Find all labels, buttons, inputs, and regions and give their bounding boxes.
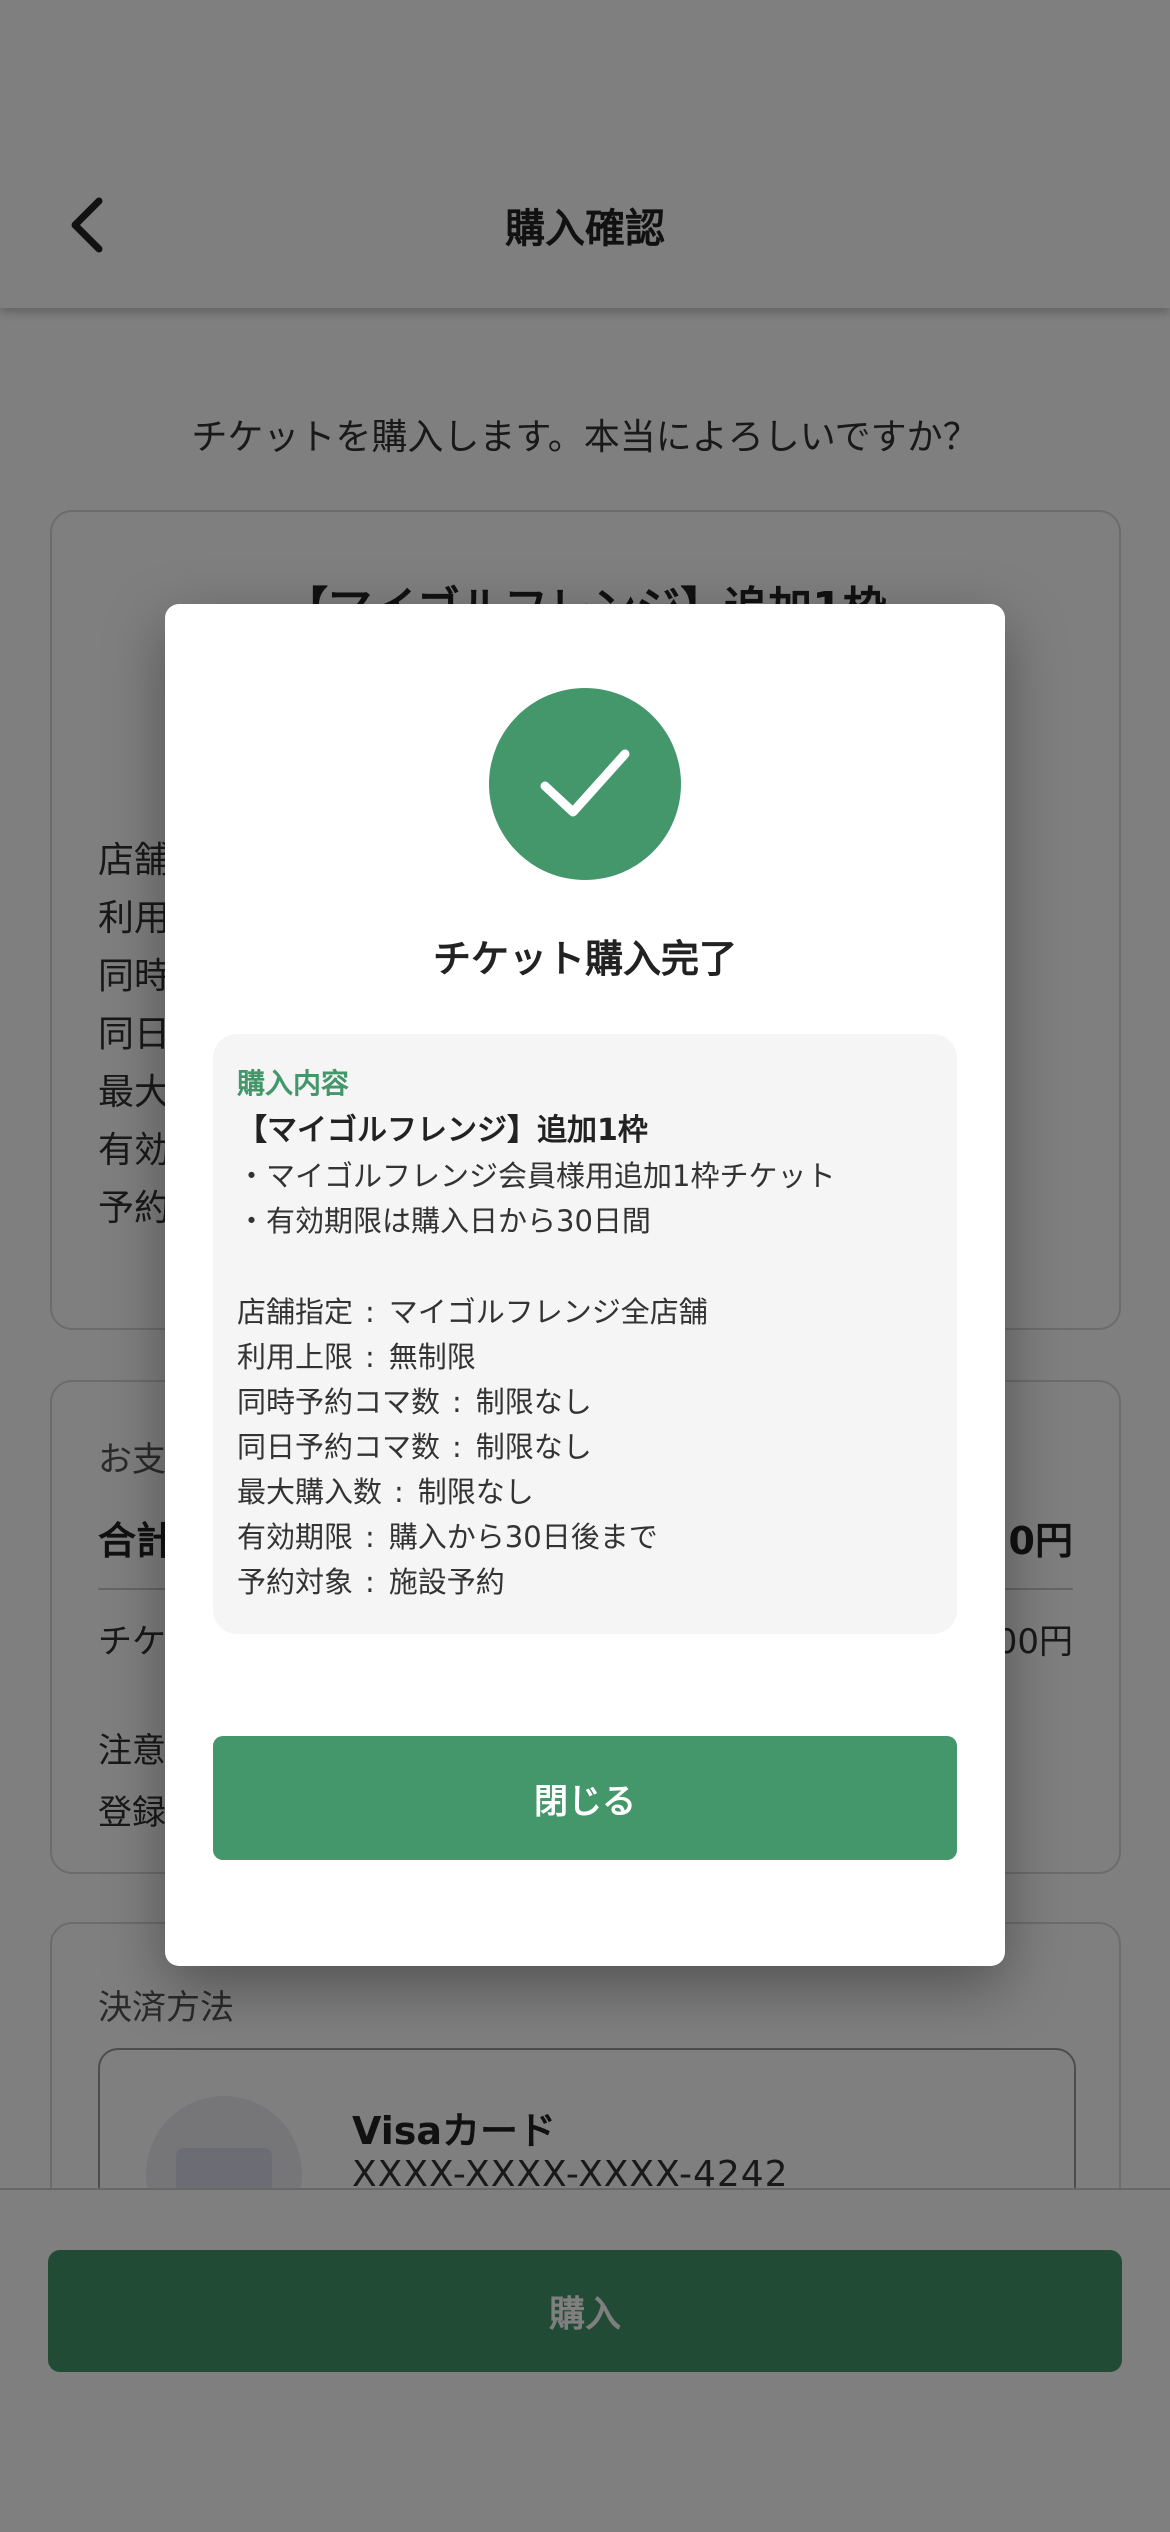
colon: : (452, 1385, 462, 1419)
purchase-confirm-screen: 購入確認 チケットを購入します。本当によろしいですか？ 【マイゴルフレンジ】追加… (0, 0, 1170, 2532)
colon: : (365, 1565, 375, 1599)
spec-row: 同日予約コマ数: 制限なし (237, 1425, 933, 1470)
spec-value: 制限なし (475, 1385, 592, 1419)
spec-row: 有効期限: 購入から30日後まで (237, 1515, 933, 1560)
spec-value: 制限なし (475, 1430, 592, 1464)
purchase-details: 購入内容 【マイゴルフレンジ】追加1枠 ・マイゴルフレンジ会員様用追加1枠チケッ… (213, 1034, 957, 1634)
spec-label: 利用上限 (237, 1340, 354, 1374)
check-icon (540, 749, 630, 817)
colon: : (365, 1340, 375, 1374)
spec-row: 同時予約コマ数: 制限なし (237, 1380, 933, 1425)
spec-value: 制限なし (417, 1475, 534, 1509)
spec-label: 同時予約コマ数 (237, 1385, 441, 1419)
details-heading: 購入内容 (237, 1067, 350, 1100)
close-button[interactable]: 閉じる (213, 1736, 957, 1860)
spec-label: 有効期限 (237, 1520, 354, 1554)
colon: : (394, 1475, 404, 1509)
spec-label: 同日予約コマ数 (237, 1430, 441, 1464)
detail-line: ・マイゴルフレンジ会員様用追加1枠チケット (237, 1159, 836, 1193)
purchase-complete-modal: チケット購入完了 購入内容 【マイゴルフレンジ】追加1枠 ・マイゴルフレンジ会員… (165, 604, 1005, 1966)
spec-value: マイゴルフレンジ全店舗 (388, 1295, 708, 1329)
spec-label: 最大購入数 (237, 1475, 383, 1509)
spec-label: 店舗指定 (237, 1295, 354, 1329)
product-name: 【マイゴルフレンジ】追加1枠 (237, 1113, 648, 1148)
spec-value: 施設予約 (388, 1565, 505, 1599)
colon: : (365, 1520, 375, 1554)
spec-value: 購入から30日後まで (388, 1520, 658, 1554)
spec-label: 予約対象 (237, 1565, 354, 1599)
colon: : (365, 1295, 375, 1329)
modal-title: チケット購入完了 (432, 937, 737, 981)
spec-row: 利用上限: 無制限 (237, 1335, 933, 1380)
spec-value: 無制限 (388, 1340, 476, 1374)
spec-row: 最大購入数: 制限なし (237, 1470, 933, 1515)
detail-line: ・有効期限は購入日から30日間 (237, 1204, 651, 1238)
spec-row: 店舗指定: マイゴルフレンジ全店舗 (237, 1290, 933, 1335)
success-badge (489, 688, 681, 880)
spec-row: 予約対象: 施設予約 (237, 1560, 933, 1605)
colon: : (452, 1430, 462, 1464)
